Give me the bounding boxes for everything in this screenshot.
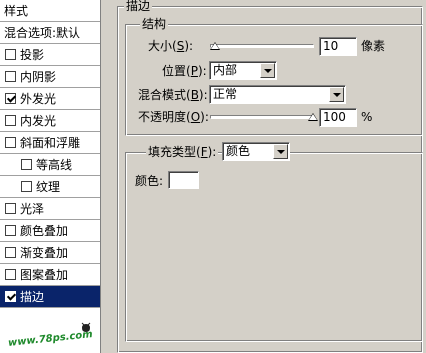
style-item[interactable]: 颜色叠加 — [0, 220, 100, 242]
style-item-label: 纹理 — [36, 180, 61, 194]
size-unit: 像素 — [361, 39, 386, 53]
blend-mode-dropdown-arrow-icon[interactable] — [329, 87, 344, 102]
style-item[interactable]: 外发光 — [0, 88, 100, 110]
style-item-label: 等高线 — [36, 158, 73, 172]
stroke-title: 描边 — [124, 0, 153, 13]
blend-mode-value: 正常 — [213, 87, 238, 101]
style-item-label: 颜色叠加 — [20, 224, 69, 238]
fill-type-dropdown-arrow-icon[interactable] — [273, 144, 288, 159]
style-item[interactable]: 等高线 — [0, 154, 100, 176]
style-item[interactable]: 纹理 — [0, 176, 100, 198]
style-item-label: 斜面和浮雕 — [20, 136, 81, 150]
opacity-input[interactable]: 100 — [319, 108, 357, 127]
style-checkbox[interactable] — [5, 225, 16, 236]
style-item[interactable]: 描边 — [0, 286, 100, 308]
style-checkbox[interactable] — [21, 159, 32, 170]
style-checkbox[interactable] — [5, 203, 16, 214]
position-select[interactable]: 内部 — [209, 61, 277, 80]
style-item[interactable]: 光泽 — [0, 198, 100, 220]
style-item[interactable]: 投影 — [0, 44, 100, 66]
style-item[interactable]: 内发光 — [0, 110, 100, 132]
styles-list: 样式 混合选项:默认 投影内阴影外发光内发光斜面和浮雕等高线纹理光泽颜色叠加渐变… — [0, 0, 101, 353]
blend-mode-select[interactable]: 正常 — [209, 85, 346, 104]
style-item[interactable]: 图案叠加 — [0, 264, 100, 286]
style-item-label: 内阴影 — [20, 70, 57, 84]
blending-options-label: 混合选项:默认 — [4, 26, 81, 40]
color-label: 颜色: — [135, 174, 164, 188]
position-value: 内部 — [213, 63, 238, 77]
style-checkbox[interactable] — [5, 71, 16, 82]
style-checkbox[interactable] — [5, 247, 16, 258]
opacity-slider-thumb[interactable] — [308, 113, 318, 121]
size-slider-track[interactable] — [210, 44, 314, 48]
size-input[interactable]: 10 — [319, 37, 357, 56]
position-dropdown-arrow-icon[interactable] — [260, 63, 275, 78]
color-swatch[interactable] — [168, 171, 199, 189]
style-checkbox[interactable] — [21, 181, 32, 192]
watermark-logo: www.78ps.com — [8, 322, 94, 348]
blending-options-item[interactable]: 混合选项:默认 — [0, 22, 100, 44]
size-slider-thumb[interactable] — [210, 42, 221, 50]
fill-type-select[interactable]: 颜色 — [222, 142, 290, 161]
style-item-label: 内发光 — [20, 114, 57, 128]
watermark-text: www.78ps.com — [8, 329, 94, 348]
fill-type-label: 填充类型(F): — [146, 144, 219, 160]
style-item-label: 描边 — [20, 290, 45, 304]
style-item[interactable]: 渐变叠加 — [0, 242, 100, 264]
blend-mode-label: 混合模式(B): — [138, 88, 208, 102]
style-item[interactable]: 斜面和浮雕 — [0, 132, 100, 154]
style-checkbox[interactable] — [5, 115, 16, 126]
styles-header-label: 样式 — [4, 4, 29, 18]
style-checkbox[interactable] — [5, 49, 16, 60]
fill-type-value: 颜色 — [226, 144, 251, 158]
style-checkbox[interactable] — [5, 291, 16, 302]
style-item-label: 光泽 — [20, 202, 45, 216]
style-checkbox[interactable] — [5, 269, 16, 280]
position-label: 位置(P): — [162, 64, 207, 78]
structure-title: 结构 — [140, 17, 169, 31]
size-label: 大小(S): — [148, 39, 194, 53]
style-checkbox[interactable] — [5, 137, 16, 148]
style-item[interactable]: 内阴影 — [0, 66, 100, 88]
style-item-label: 投影 — [20, 48, 45, 62]
opacity-label: 不透明度(O): — [138, 110, 209, 124]
style-item-label: 图案叠加 — [20, 268, 69, 282]
opacity-unit: % — [361, 110, 373, 124]
style-item-label: 外发光 — [20, 92, 57, 106]
opacity-slider-track[interactable] — [210, 115, 314, 119]
style-checkbox[interactable] — [5, 93, 16, 104]
styles-header[interactable]: 样式 — [0, 0, 100, 22]
style-item-label: 渐变叠加 — [20, 246, 69, 260]
